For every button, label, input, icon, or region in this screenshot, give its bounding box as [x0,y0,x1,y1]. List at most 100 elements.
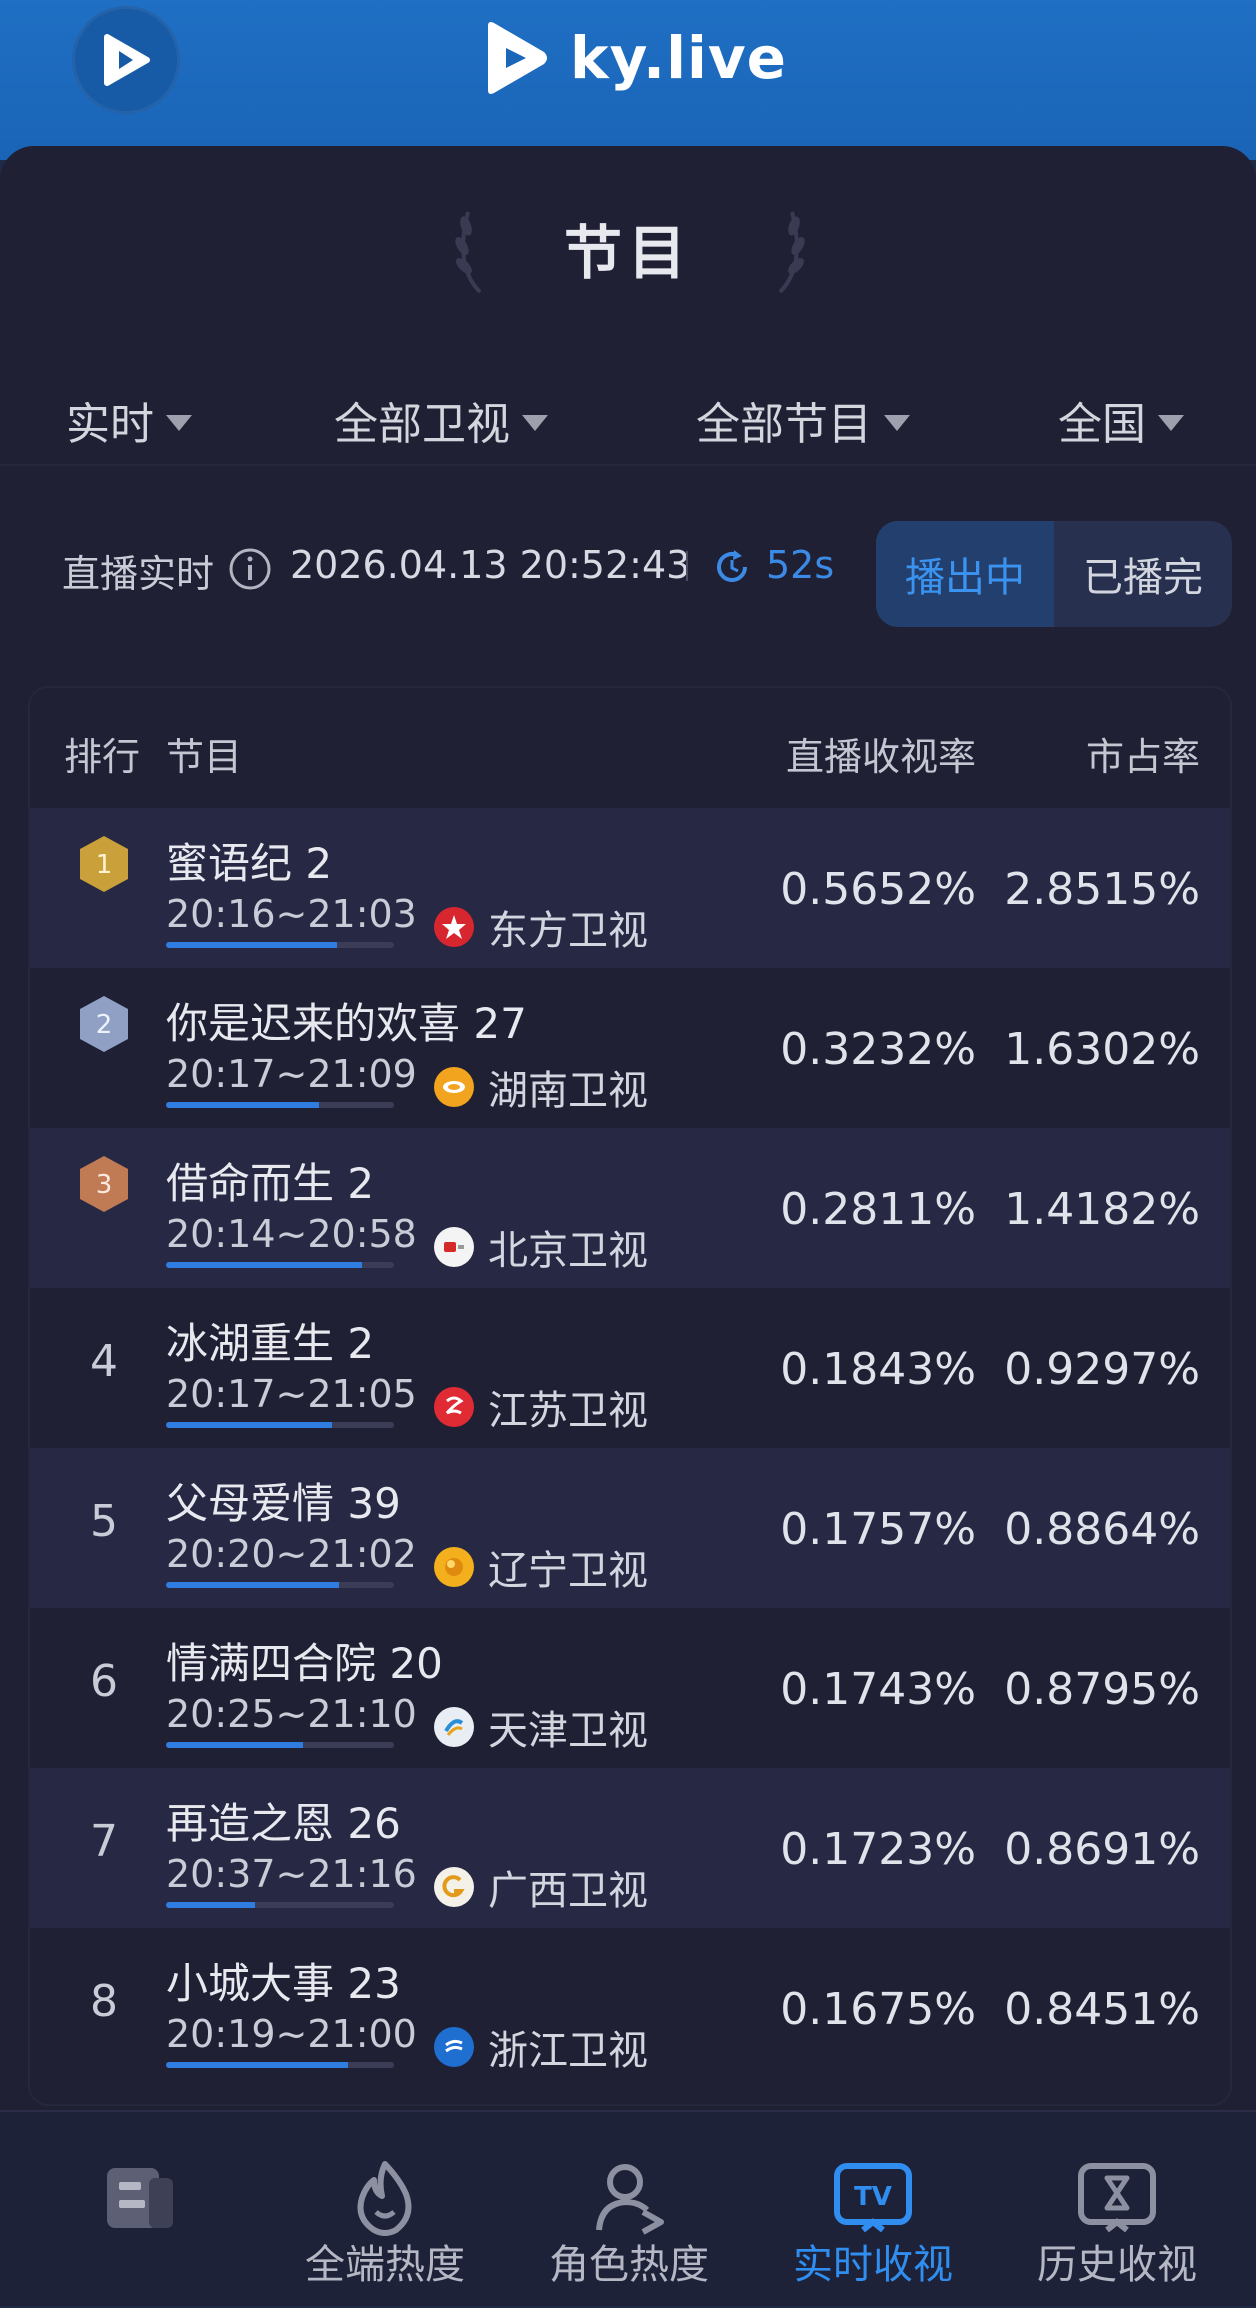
live-rating: 0.1723% [780,1824,976,1875]
market-share: 1.6302% [1004,1024,1200,1075]
channel: 湖南卫视 [434,1058,648,1116]
channel-name: 浙江卫视 [488,2028,648,2074]
channel-name: 江苏卫视 [488,1388,648,1434]
market-share: 2.8515% [1004,864,1200,915]
live-rating: 0.1743% [780,1664,976,1715]
market-share: 0.8691% [1004,1824,1200,1875]
refresh-icon[interactable] [712,547,752,587]
nav-item-role[interactable]: 角色热度 [514,2112,744,2308]
program-title: 小城大事 23 [166,1959,401,2008]
live-realtime-label: 直播实时 [62,552,215,596]
rank-number: 5 [90,1495,118,1547]
header-program: 节目 [166,735,243,779]
progress-fill [166,1902,255,1908]
liaoning-tv-logo-icon [434,1547,474,1587]
live-rating: 0.2811% [780,1184,976,1235]
progress-track [166,2062,394,2068]
filter-program-label: 全部节目 [696,399,872,450]
update-datetime: 2026.04.13 20:52:43 [290,543,691,587]
program-title: 借命而生 2 [166,1159,375,1208]
rank-badge-gold: 1 [76,832,132,896]
channel-name: 湖南卫视 [488,1068,648,1114]
table-row[interactable]: 2 你是迟来的欢喜 27 20:17~21:09 湖南卫视 0.3232% 1.… [30,968,1230,1128]
filter-channel-label: 全部卫视 [334,399,510,450]
channel: 江苏卫视 [434,1378,648,1436]
live-rating: 0.1843% [780,1344,976,1395]
filter-program[interactable]: 全部节目 [696,388,910,452]
nav-item-list[interactable] [26,2112,256,2308]
live-rating: 0.1757% [780,1504,976,1555]
live-rating: 0.5652% [780,864,976,915]
history-icon [1078,2163,1156,2233]
filter-region[interactable]: 全国 [1058,388,1184,452]
header-rank: 排行 [64,735,141,779]
on-air-tab[interactable]: 播出中 [876,521,1054,627]
program-time: 20:37~21:16 [166,1852,417,1896]
info-icon[interactable] [228,547,272,591]
brand: ky.live [480,18,787,98]
table-row[interactable]: 8 小城大事 23 20:19~21:00 浙江卫视 0.1675% 0.845… [30,1928,1230,2088]
channel-name: 天津卫视 [488,1708,648,1754]
channel: 浙江卫视 [434,2018,648,2076]
rank-number: 1 [96,850,113,880]
nav-item-history[interactable]: 历史收视 [1002,2112,1232,2308]
play-logo-icon [104,34,150,86]
table-row[interactable]: 1 蜜语纪 2 20:16~21:03 东方卫视 0.5652% 2.8515% [30,808,1230,968]
broadcast-toggle: 播出中 已播完 [876,521,1232,627]
brand-logo-icon [488,22,547,94]
market-share: 0.8795% [1004,1664,1200,1715]
market-share: 0.8864% [1004,1504,1200,1555]
flame-icon [357,2161,412,2236]
caret-down-icon [1158,415,1184,431]
main-panel: 节目 实时 全部卫视 全部节目 全国 直播实时 2026.04.13 20:52… [0,146,1256,2306]
filter-channel[interactable]: 全部卫视 [334,388,548,452]
user-icon [596,2164,664,2235]
nav-label: 角色热度 [549,2242,709,2288]
app-logo-button[interactable] [72,6,180,114]
program-time: 20:20~21:02 [166,1532,417,1576]
nav-item-hotness[interactable]: 全端热度 [270,2112,500,2308]
tv-icon: TV [834,2163,912,2233]
live-rating: 0.3232% [780,1024,976,1075]
program-time: 20:17~21:09 [166,1052,417,1096]
channel-name: 广西卫视 [488,1868,648,1914]
market-share: 1.4182% [1004,1184,1200,1235]
rank-cell: 6 [76,1632,132,1707]
brand-name: ky.live [570,24,787,92]
rank-number: 2 [96,1010,113,1040]
progress-track [166,1582,394,1588]
table-row[interactable]: 6 情满四合院 20 20:25~21:10 天津卫视 0.1743% 0.87… [30,1608,1230,1768]
live-rating: 0.1675% [780,1984,976,2035]
table-row[interactable]: 3 借命而生 2 20:14~20:58 北京卫视 0.2811% 1.4182… [30,1128,1230,1288]
filter-region-label: 全国 [1058,399,1146,450]
rank-badge-bronze: 3 [76,1152,132,1216]
progress-fill [166,2062,349,2068]
market-share: 0.9297% [1004,1344,1200,1395]
channel-name: 东方卫视 [488,908,648,954]
list-icon [107,2168,173,2228]
rank-cell: 8 [76,1952,132,2027]
medal-bronze-icon: 3 [80,1156,128,1212]
zhejiang-tv-logo-icon [434,2027,474,2067]
table-row[interactable]: 5 父母爱情 39 20:20~21:02 辽宁卫视 0.1757% 0.886… [30,1448,1230,1608]
svg-text:TV: TV [854,2182,892,2212]
channel: 天津卫视 [434,1698,648,1756]
rank-number: 6 [90,1655,118,1707]
program-time: 20:14~20:58 [166,1212,417,1256]
rank-number: 7 [90,1815,118,1867]
progress-fill [166,1742,303,1748]
progress-fill [166,942,337,948]
rank-number: 4 [90,1335,118,1387]
finished-tab[interactable]: 已播完 [1054,521,1232,627]
filter-time[interactable]: 实时 [66,388,192,452]
table-row[interactable]: 4 冰湖重生 2 20:17~21:05 江苏卫视 0.1843% 0.9297… [30,1288,1230,1448]
program-title: 情满四合院 20 [166,1639,443,1688]
tianjin-tv-logo-icon [434,1707,474,1747]
progress-fill [166,1102,319,1108]
table-row[interactable]: 7 再造之恩 26 20:37~21:16 广西卫视 0.1723% 0.869… [30,1768,1230,1928]
program-title: 冰湖重生 2 [166,1319,375,1368]
nav-item-realtime[interactable]: TV 实时收视 [758,2112,988,2308]
program-title: 蜜语纪 2 [166,839,333,888]
rank-cell: 7 [76,1792,132,1867]
header-rating: 直播收视率 [785,735,976,779]
